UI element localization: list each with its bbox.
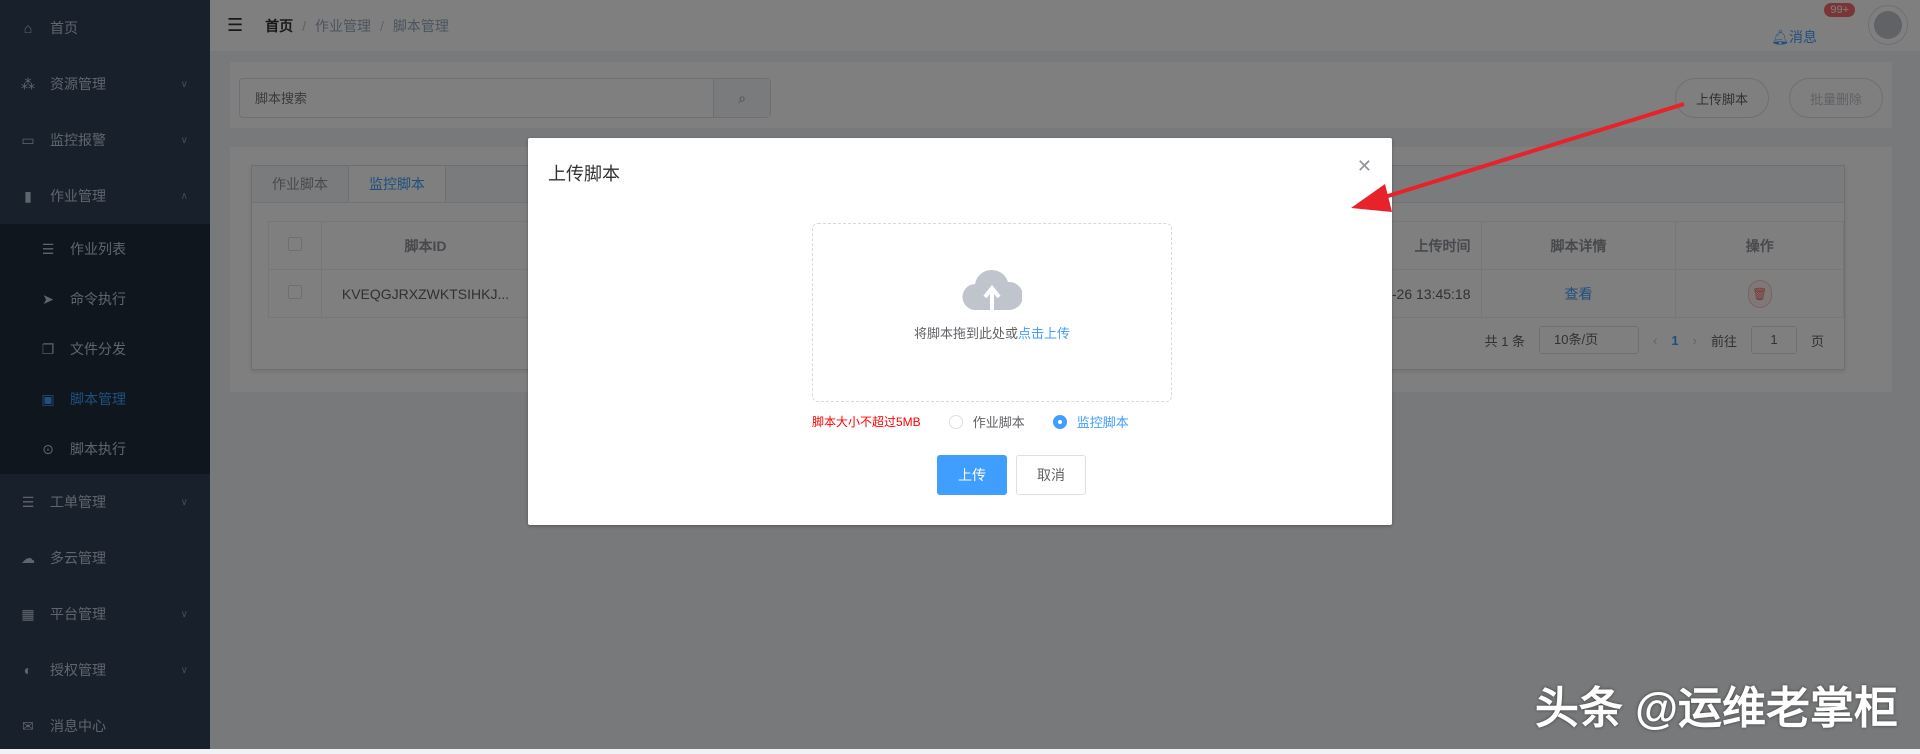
- watermark: 头条 @运维老掌柜: [1534, 684, 1898, 733]
- annotation-arrow: [1351, 102, 1685, 212]
